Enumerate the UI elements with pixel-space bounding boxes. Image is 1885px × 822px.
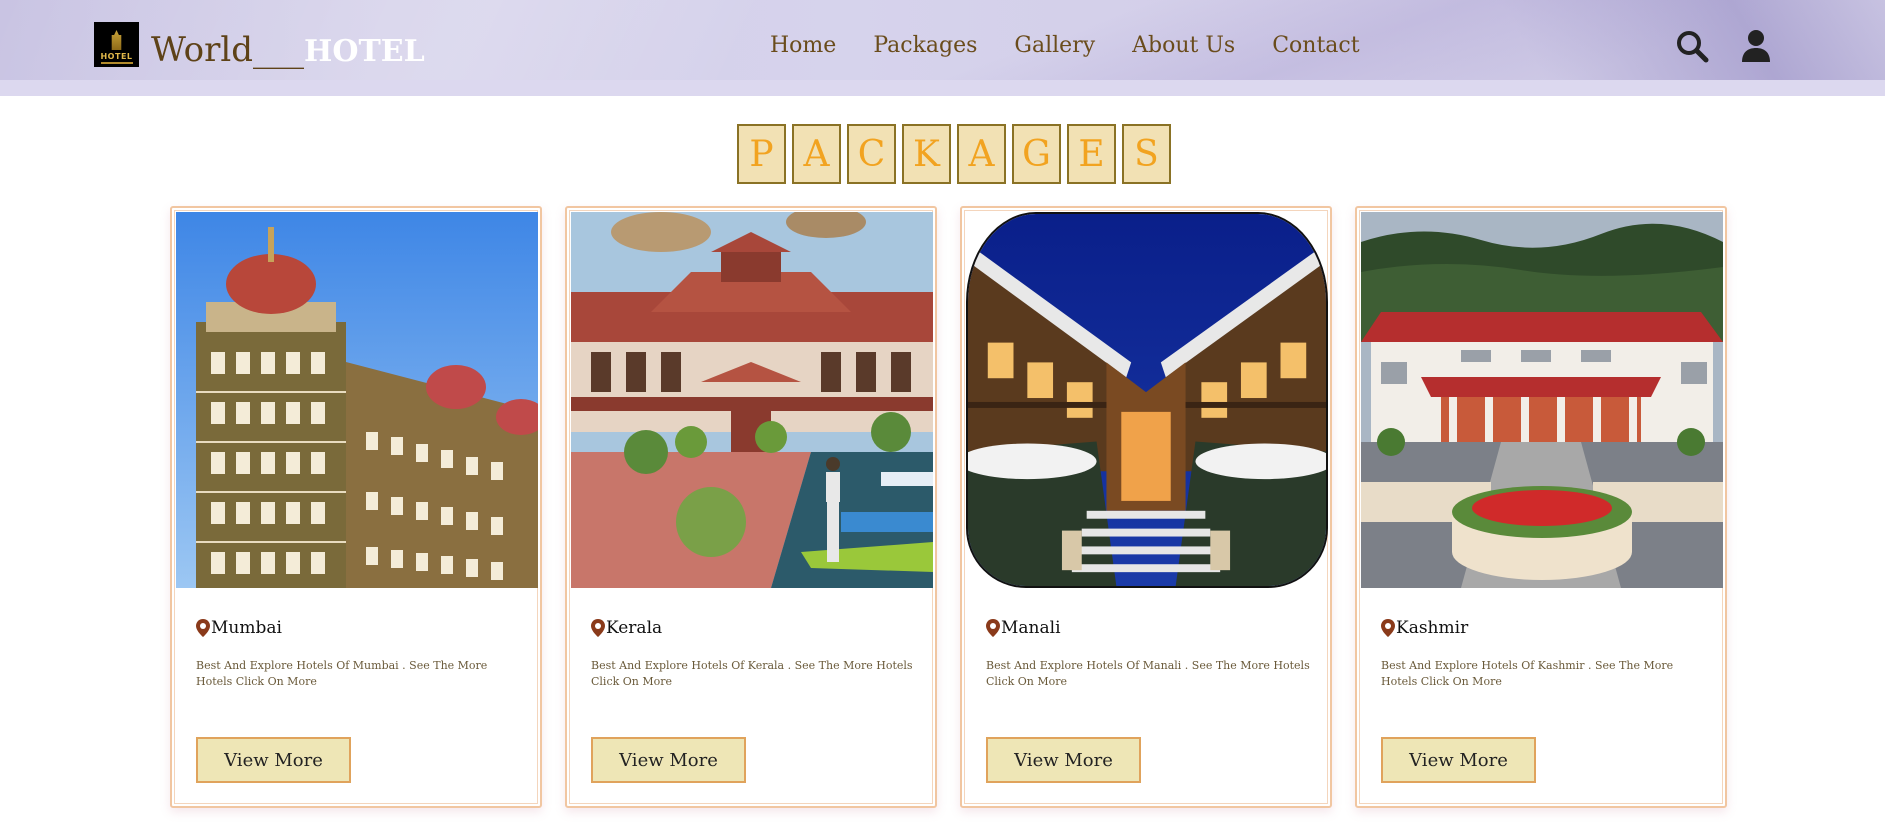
title-letter: S [1122, 124, 1171, 184]
nav-gallery[interactable]: Gallery [1014, 33, 1095, 67]
header-band [0, 80, 1885, 96]
main-nav: Home Packages Gallery About Us Contact [770, 33, 1397, 67]
user-icon[interactable] [1738, 28, 1774, 64]
brand-part-1: World___ [151, 30, 304, 70]
view-more-button[interactable]: View More [1381, 737, 1536, 783]
nav-home[interactable]: Home [770, 33, 836, 67]
nav-contact[interactable]: Contact [1272, 33, 1359, 67]
logo-underline [100, 62, 133, 64]
title-letter: G [1012, 124, 1061, 184]
nav-about-us[interactable]: About Us [1132, 33, 1235, 67]
title-letter: K [902, 124, 951, 184]
card-description: Best And Explore Hotels Of Mumbai . See … [196, 659, 488, 688]
card-location-name: Mumbai [211, 618, 282, 638]
location-pin-icon [196, 619, 210, 637]
kashmir-hotel-image [1361, 212, 1723, 588]
package-card-kashmir: Kashmir Best And Explore Hotels Of Kashm… [1355, 206, 1727, 808]
card-description: Best And Explore Hotels Of Manali . See … [986, 659, 1310, 688]
location-pin-icon [591, 619, 605, 637]
kerala-hotel-image [571, 212, 933, 588]
card-location: Kerala [591, 616, 662, 640]
title-letter: A [792, 124, 841, 184]
title-letter: A [957, 124, 1006, 184]
card-location: Manali [986, 616, 1061, 640]
card-location-name: Manali [1001, 618, 1061, 638]
site-header: HOTEL World___HOTEL Home Packages Galler… [0, 0, 1885, 96]
view-more-button[interactable]: View More [196, 737, 351, 783]
nav-packages[interactable]: Packages [873, 33, 977, 67]
view-more-button[interactable]: View More [986, 737, 1141, 783]
search-icon[interactable] [1674, 28, 1710, 64]
card-location-name: Kashmir [1396, 618, 1469, 638]
title-letter: C [847, 124, 896, 184]
card-description: Best And Explore Hotels Of Kashmir . See… [1381, 659, 1674, 688]
brand-name[interactable]: World___HOTEL [151, 30, 425, 74]
logo-tower-icon [111, 30, 122, 50]
view-more-button[interactable]: View More [591, 737, 746, 783]
package-card-mumbai: Mumbai Best And Explore Hotels Of Mumbai… [170, 206, 542, 808]
card-location-name: Kerala [606, 618, 663, 638]
location-pin-icon [1381, 619, 1395, 637]
package-card-manali: Manali Best And Explore Hotels Of Manali… [960, 206, 1332, 808]
title-letter: E [1067, 124, 1116, 184]
card-location: Mumbai [196, 616, 282, 640]
title-letter: P [737, 124, 786, 184]
hotel-logo[interactable]: HOTEL [94, 22, 139, 67]
package-card-kerala: Kerala Best And Explore Hotels Of Kerala… [565, 206, 937, 808]
location-pin-icon [986, 619, 1000, 637]
packages-title: P A C K A G E S [737, 124, 1171, 184]
card-location: Kashmir [1381, 616, 1468, 640]
manali-hotel-image [966, 212, 1328, 588]
mumbai-hotel-image [176, 212, 538, 588]
logo-label: HOTEL [100, 52, 133, 61]
card-description: Best And Explore Hotels Of Kerala . See … [591, 659, 913, 688]
brand-part-2: HOTEL [304, 34, 425, 69]
